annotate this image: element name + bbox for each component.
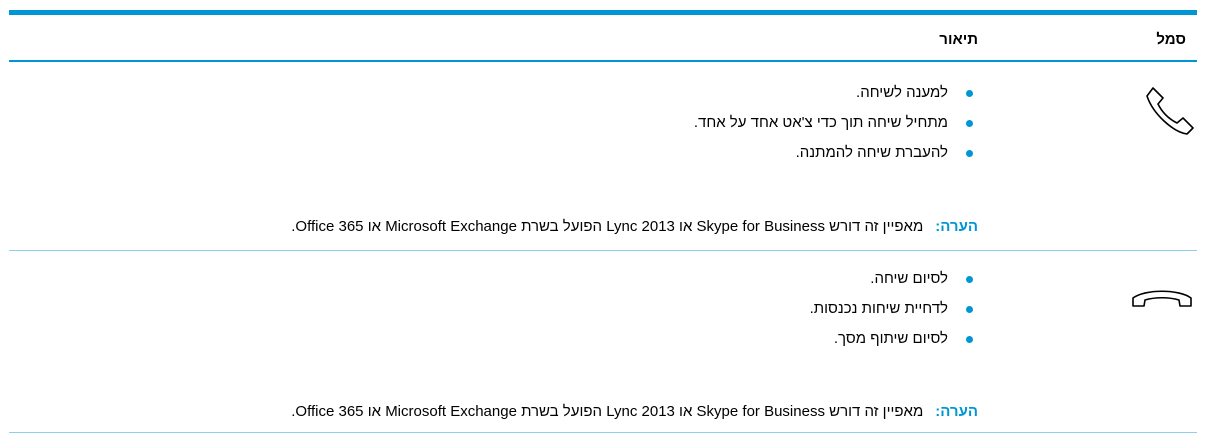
bullet-text: לדחיית שיחות נכנסות. [809, 300, 948, 317]
bullet-dot [966, 90, 973, 97]
note-text: מאפיין זה דורש Skype for Business או Lyn… [291, 218, 924, 235]
bullet-text: להעברת שיחה להמתנה. [795, 144, 948, 161]
list-item: למענה לשיחה. [694, 83, 973, 113]
answer-call-icon [1146, 87, 1194, 135]
row-1-note: הערה: מאפיין זה דורש Skype for Business א… [291, 217, 978, 237]
bullet-text: למענה לשיחה. [856, 84, 948, 101]
bullet-dot [966, 306, 973, 313]
list-item: לסיום שיתוף מסך. [810, 329, 973, 359]
bullet-text: לסיום שיתוף מסך. [833, 330, 948, 347]
header-description: תיאור [939, 31, 978, 48]
list-item: מתחיל שיחה תוך כדי צ'אט אחד על אחד. [694, 113, 973, 143]
row-divider [9, 250, 1197, 251]
end-call-icon [1132, 290, 1192, 307]
list-item: לסיום שיחה. [810, 269, 973, 299]
header-symbol: סמל [1156, 31, 1186, 48]
list-item: להעברת שיחה להמתנה. [694, 143, 973, 173]
bullet-dot [966, 120, 973, 127]
row-2-note: הערה: מאפיין זה דורש Skype for Business א… [291, 402, 978, 422]
bullet-dot [966, 276, 973, 283]
bullet-dot [966, 336, 973, 343]
bullet-text: מתחיל שיחה תוך כדי צ'אט אחד על אחד. [693, 114, 948, 131]
bullet-text: לסיום שיחה. [870, 270, 948, 287]
row-1-bullets: למענה לשיחה. מתחיל שיחה תוך כדי צ'אט אחד… [694, 83, 973, 173]
bottom-rule [9, 432, 1197, 433]
top-rule [9, 10, 1197, 15]
note-label: הערה: [935, 218, 978, 235]
row-2-bullets: לסיום שיחה. לדחיית שיחות נכנסות. לסיום ש… [810, 269, 973, 359]
note-label: הערה: [935, 403, 978, 420]
header-divider [9, 60, 1197, 62]
note-text: מאפיין זה דורש Skype for Business או Lyn… [291, 403, 924, 420]
list-item: לדחיית שיחות נכנסות. [810, 299, 973, 329]
bullet-dot [966, 150, 973, 157]
